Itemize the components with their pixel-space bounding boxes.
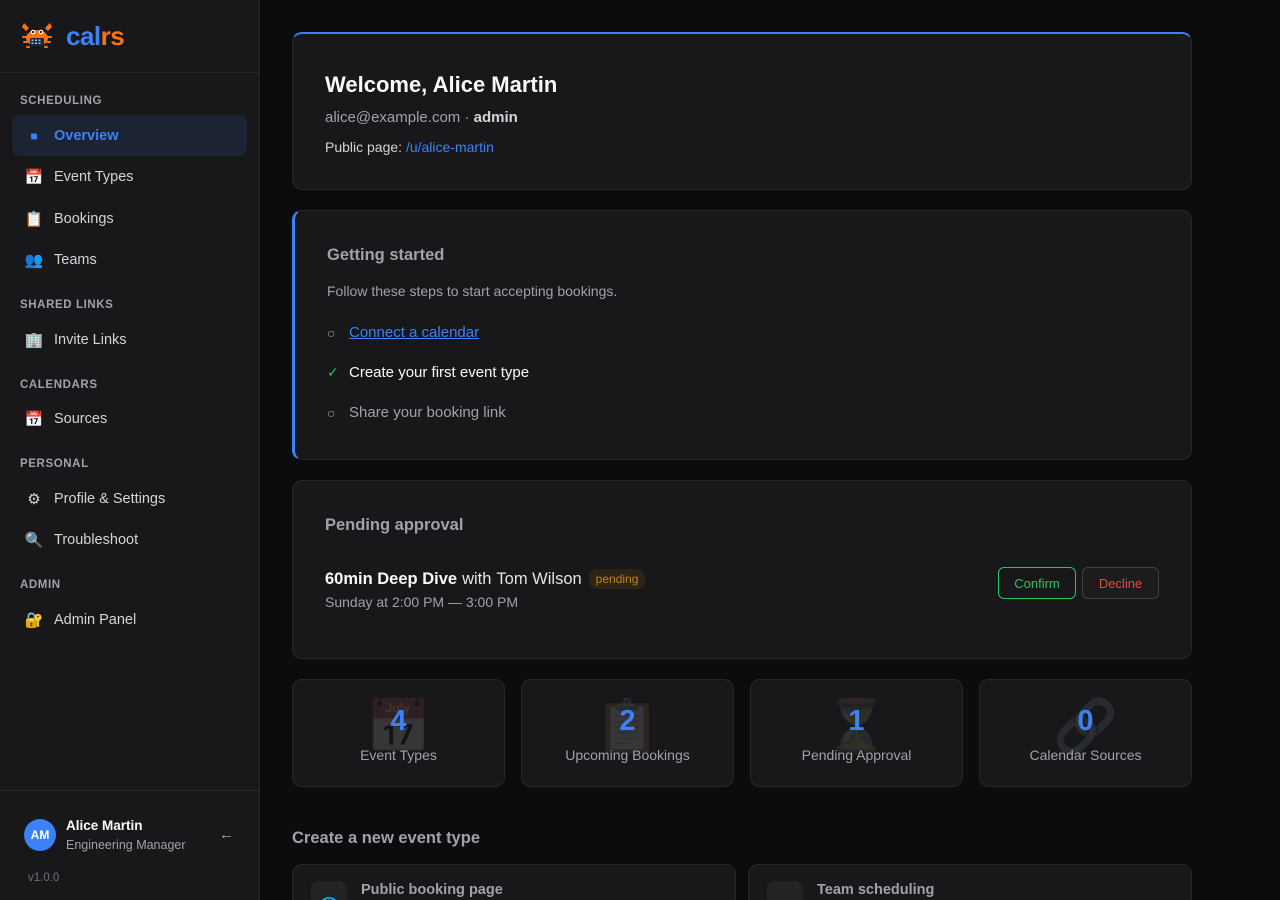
stat-pending-approval[interactable]: ⏳ 1 Pending Approval bbox=[750, 679, 963, 787]
event-name: 60min Deep Dive bbox=[325, 569, 458, 588]
sidebar-item-label: Teams bbox=[54, 251, 97, 268]
user-email: alice@example.com bbox=[325, 109, 461, 126]
user-name: Alice Martin bbox=[66, 818, 143, 833]
square-icon: ■ bbox=[30, 128, 38, 143]
building-icon: 🏢 bbox=[24, 331, 44, 349]
stat-value: 0 bbox=[1077, 705, 1094, 737]
stat-label: Event Types bbox=[360, 747, 437, 763]
sidebar-item-overview[interactable]: ■ Overview bbox=[12, 115, 247, 156]
stat-calendar-sources[interactable]: 🔗 0 Calendar Sources bbox=[979, 679, 1192, 787]
avatar[interactable]: AM bbox=[24, 819, 56, 851]
decline-button[interactable]: Decline bbox=[1082, 567, 1159, 599]
sidebar-item-label: Invite Links bbox=[54, 331, 127, 348]
pending-approval-title: Pending approval bbox=[325, 516, 464, 534]
sidebar-item-teams[interactable]: 👥 Teams bbox=[12, 239, 247, 280]
stat-value: 1 bbox=[848, 705, 865, 737]
sidebar-item-invite-links[interactable]: 🏢 Invite Links bbox=[12, 319, 247, 360]
logout-arrow-icon[interactable]: ← bbox=[219, 826, 234, 843]
sidebar-item-label: Event Types bbox=[54, 168, 134, 185]
stat-value: 2 bbox=[619, 705, 636, 737]
people-icon: 👥 bbox=[24, 251, 44, 269]
connect-calendar-link[interactable]: Connect a calendar bbox=[349, 324, 479, 341]
attendee-name: Tom Wilson bbox=[496, 569, 582, 588]
separator: · bbox=[460, 109, 474, 126]
step-connect-calendar: ○ Connect a calendar bbox=[327, 324, 479, 341]
sidebar-item-label: Troubleshoot bbox=[54, 531, 139, 548]
sidebar-item-troubleshoot[interactable]: 🔍 Troubleshoot bbox=[12, 519, 247, 560]
public-page-line: Public page: /u/alice-martin bbox=[325, 139, 494, 155]
sidebar-item-label: Overview bbox=[54, 127, 119, 144]
confirm-button[interactable]: Confirm bbox=[998, 567, 1076, 599]
option-title: Public booking page bbox=[361, 882, 503, 898]
step-label: Create your first event type bbox=[349, 364, 530, 381]
user-email-role: alice@example.com · admin bbox=[325, 109, 518, 126]
public-page-link[interactable]: /u/alice-martin bbox=[406, 139, 494, 155]
circle-icon: ○ bbox=[327, 404, 336, 421]
magnifier-icon: 🔍 bbox=[24, 531, 44, 549]
brand[interactable]: calrs bbox=[0, 0, 259, 73]
public-page-label: Public page: bbox=[325, 139, 406, 155]
pending-booking: 60min Deep Dive with Tom Wilson pending bbox=[325, 569, 646, 589]
stat-label: Calendar Sources bbox=[1029, 747, 1142, 763]
gear-icon: ⚙ bbox=[27, 490, 41, 508]
sidebar-item-admin-panel[interactable]: 🔐 Admin Panel bbox=[12, 599, 247, 640]
sidebar-item-label: Bookings bbox=[54, 210, 114, 227]
nav-section-calendars: Calendars bbox=[20, 379, 98, 391]
calendar-icon: 📅 bbox=[24, 410, 44, 428]
with-text: with bbox=[462, 569, 492, 588]
sidebar-item-label: Admin Panel bbox=[54, 611, 137, 628]
step-share-link: ○ Share your booking link bbox=[327, 404, 506, 421]
getting-started-card: Getting started Follow these steps to st… bbox=[292, 210, 1192, 460]
sidebar-item-event-types[interactable]: 📅 Event Types bbox=[12, 156, 247, 197]
booking-time: Sunday at 2:00 PM — 3:00 PM bbox=[325, 594, 518, 610]
stat-upcoming-bookings[interactable]: 📋 2 Upcoming Bookings bbox=[521, 679, 734, 787]
nav-section-admin: Admin bbox=[20, 579, 61, 591]
sidebar: calrs Scheduling ■ Overview 📅 Event Type… bbox=[0, 0, 260, 900]
checkmark-icon: ✓ bbox=[327, 364, 339, 380]
option-title: Team scheduling bbox=[817, 882, 935, 898]
step-create-event-type: ✓ Create your first event type bbox=[327, 364, 529, 381]
calendar-icon: 📅 bbox=[24, 168, 44, 186]
create-event-type-title: Create a new event type bbox=[292, 829, 480, 847]
stat-label: Pending Approval bbox=[801, 747, 912, 763]
people-icon: 👥 bbox=[767, 881, 803, 900]
app-version: v1.0.0 bbox=[28, 872, 60, 884]
pending-approval-card: Pending approval 60min Deep Dive with To… bbox=[292, 480, 1192, 659]
lock-key-icon: 🔐 bbox=[24, 611, 44, 629]
user-panel: AM Alice Martin Engineering Manager ← v1… bbox=[0, 790, 259, 900]
sidebar-item-sources[interactable]: 📅 Sources bbox=[12, 398, 247, 439]
circle-icon: ○ bbox=[327, 324, 336, 341]
step-label: Share your booking link bbox=[349, 404, 506, 421]
nav-section-personal: Personal bbox=[20, 458, 89, 470]
globe-icon: 🌐 bbox=[311, 881, 347, 900]
status-badge: pending bbox=[588, 569, 646, 589]
clipboard-icon: 📋 bbox=[24, 210, 44, 228]
user-role-label: admin bbox=[473, 109, 518, 126]
welcome-card: Welcome, Alice Martin alice@example.com … bbox=[292, 32, 1192, 190]
sidebar-item-profile-settings[interactable]: ⚙ Profile & Settings bbox=[12, 478, 247, 519]
sidebar-item-label: Profile & Settings bbox=[54, 490, 166, 507]
option-team-scheduling[interactable]: 👥 Team scheduling bbox=[748, 864, 1192, 900]
option-public-booking-page[interactable]: 🌐 Public booking page bbox=[292, 864, 736, 900]
sidebar-item-bookings[interactable]: 📋 Bookings bbox=[12, 198, 247, 239]
stat-event-types[interactable]: 📅 4 Event Types bbox=[292, 679, 505, 787]
page-title: Welcome, Alice Martin bbox=[325, 72, 558, 97]
stat-label: Upcoming Bookings bbox=[565, 747, 690, 763]
getting-started-title: Getting started bbox=[327, 246, 445, 264]
getting-started-description: Follow these steps to start accepting bo… bbox=[327, 283, 618, 299]
crab-logo-icon bbox=[22, 23, 52, 48]
nav-section-scheduling: Scheduling bbox=[20, 95, 103, 107]
brand-name: calrs bbox=[66, 20, 125, 51]
sidebar-item-label: Sources bbox=[54, 410, 108, 427]
nav-section-shared-links: Shared Links bbox=[20, 299, 114, 311]
user-role: Engineering Manager bbox=[66, 838, 186, 852]
stat-value: 4 bbox=[390, 705, 407, 737]
